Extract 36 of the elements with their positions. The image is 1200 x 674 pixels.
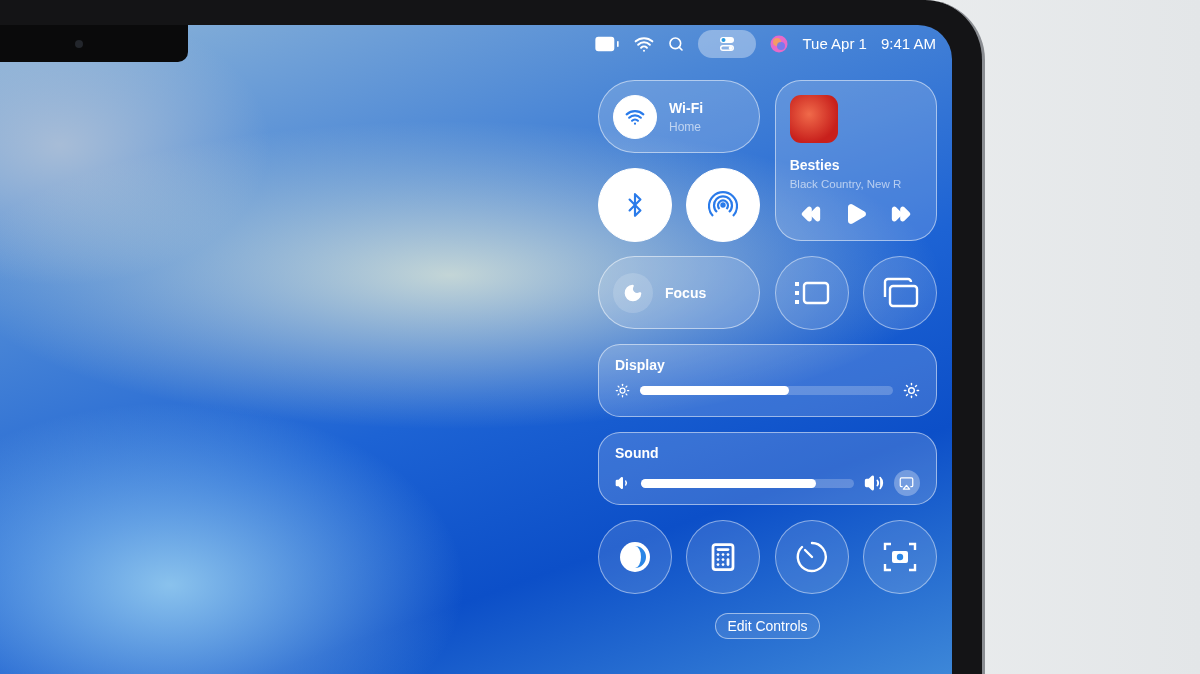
- tile-subtitle: Home: [669, 119, 702, 134]
- brightness-low-icon: [615, 383, 630, 398]
- airplay-button[interactable]: [894, 470, 920, 496]
- camera-icon: [75, 39, 83, 48]
- edit-controls-button[interactable]: Edit Controls: [715, 613, 820, 639]
- control-center-button[interactable]: [698, 29, 757, 58]
- song-artist: Black Country, New R: [789, 178, 903, 190]
- song-title: Besties: [789, 157, 841, 173]
- half-circle-icon: [618, 540, 652, 574]
- tile-title: Sound: [615, 445, 660, 461]
- focus-toggle[interactable]: [613, 272, 653, 313]
- search-icon[interactable]: [668, 35, 685, 52]
- wifi-tile[interactable]: Wi-Fi Home: [598, 80, 761, 153]
- overlapping-windows-icon: [881, 277, 919, 309]
- menu-bar-clock: 9:41 AM: [880, 35, 936, 52]
- fast-forward-icon: [890, 204, 911, 224]
- brightness-slider[interactable]: [640, 386, 893, 395]
- volume-high-icon: [864, 473, 884, 493]
- wifi-toggle[interactable]: [613, 94, 657, 139]
- album-art-placeholder: [789, 95, 838, 143]
- focus-tile[interactable]: Focus: [598, 256, 761, 329]
- moon-icon: [623, 282, 643, 303]
- control-center-icon: [719, 35, 736, 52]
- timer-icon: [795, 541, 828, 573]
- fast-forward-button[interactable]: [890, 204, 911, 224]
- menu-bar-date: Tue Apr 1: [802, 35, 867, 52]
- volume-slider[interactable]: [641, 478, 854, 488]
- camera-scan-icon: [883, 541, 917, 573]
- tile-title: Wi-Fi: [669, 99, 704, 116]
- airplay-icon: [899, 475, 915, 491]
- rewind-button[interactable]: [801, 204, 822, 224]
- stage-manager-icon: [793, 279, 830, 307]
- rewind-icon: [801, 204, 822, 224]
- brightness-high-icon: [903, 382, 920, 399]
- tile-title: Focus: [665, 284, 707, 301]
- tile-title: Display: [615, 357, 666, 373]
